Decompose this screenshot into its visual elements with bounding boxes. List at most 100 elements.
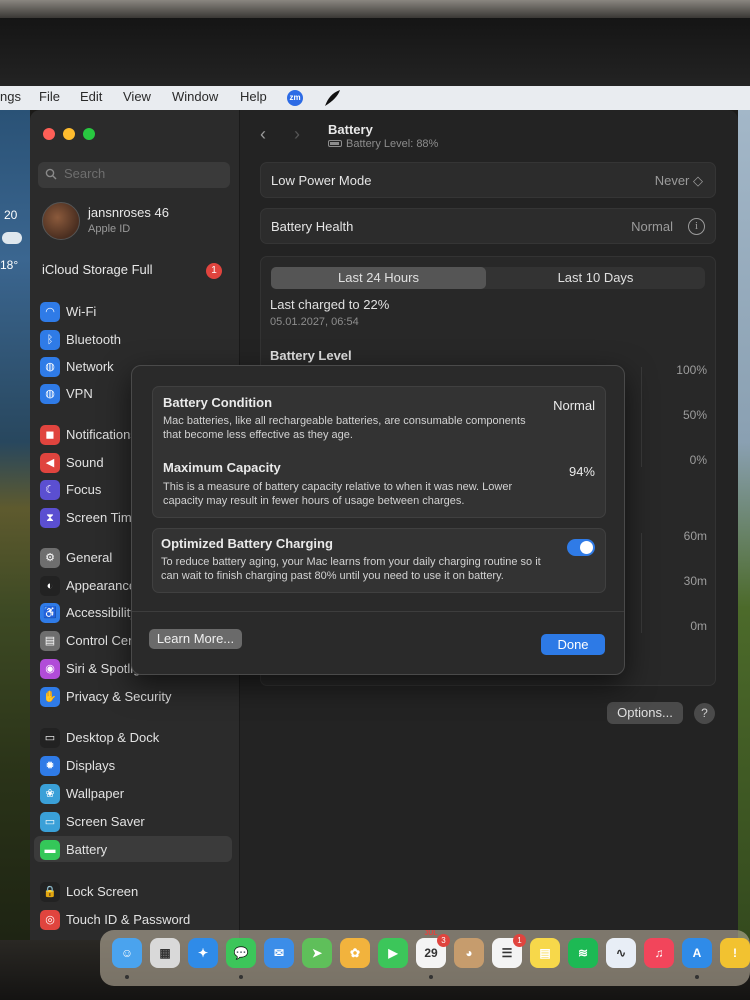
sidebar-item-label: Displays xyxy=(66,758,116,773)
maximum-capacity-title: Maximum Capacity xyxy=(163,460,281,475)
running-indicator xyxy=(429,975,433,979)
cloud-icon xyxy=(2,232,22,244)
spotify-glyph: ≋ xyxy=(577,946,589,960)
app-store-icon[interactable]: A xyxy=(682,938,712,968)
done-button[interactable]: Done xyxy=(541,634,605,655)
battery-condition-desc: Mac batteries, like all rechargeable bat… xyxy=(163,415,526,441)
displays-icon: ✹ xyxy=(40,756,60,776)
menu-window[interactable]: Window xyxy=(172,89,218,104)
photos-icon[interactable]: ✿ xyxy=(340,938,370,968)
back-chevron-icon[interactable]: ‹ xyxy=(260,124,276,144)
low-power-mode-row: Low Power Mode Never ◇ xyxy=(260,162,716,198)
zoom-icon[interactable]: zm xyxy=(287,90,303,106)
sidebar-item-label: Screen Saver xyxy=(66,814,145,829)
optimized-charging-card: Optimized Battery Charging To reduce bat… xyxy=(152,528,606,593)
low-power-mode-label: Low Power Mode xyxy=(271,173,372,188)
reminders-icon[interactable]: ☰ 1 xyxy=(492,934,526,968)
menu-app-name[interactable]: ngs xyxy=(0,89,21,104)
search-input[interactable] xyxy=(64,166,224,181)
optimized-charging-toggle[interactable] xyxy=(567,539,595,556)
sidebar-item-label: Wallpaper xyxy=(66,786,125,801)
maps-icon[interactable]: ➤ xyxy=(302,938,332,968)
icloud-storage-full[interactable]: iCloud Storage Full xyxy=(42,262,153,277)
mail-icon[interactable]: ✉ xyxy=(264,938,294,968)
usage-chart-axis xyxy=(641,533,642,633)
menu-view[interactable]: View xyxy=(123,89,151,104)
finder-icon[interactable]: ☺ xyxy=(112,938,142,968)
optimized-charging-desc: To reduce battery aging, your Mac learns… xyxy=(161,556,541,582)
learn-more-button[interactable]: Learn More... xyxy=(149,629,242,649)
menu-file[interactable]: File xyxy=(39,89,60,104)
finder-glyph: ☺ xyxy=(120,946,134,960)
focus-icon: ☾ xyxy=(40,480,60,500)
running-indicator xyxy=(125,975,129,979)
close-window-button[interactable] xyxy=(43,128,55,140)
options-button[interactable]: Options... xyxy=(607,702,683,724)
profile-name: jansnroses 46 xyxy=(88,205,169,220)
sidebar-item-label: Lock Screen xyxy=(66,884,139,899)
battery-condition-title: Battery Condition xyxy=(163,395,273,410)
search-field[interactable] xyxy=(38,162,230,188)
sidebar-item-displays[interactable]: ✹ Displays xyxy=(34,752,232,778)
screen-time-icon: ⧗ xyxy=(40,508,60,528)
sidebar-item-touch-id-password[interactable]: ◎ Touch ID & Password xyxy=(34,906,232,932)
sidebar-item-screen-saver[interactable]: ▭ Screen Saver xyxy=(34,808,232,834)
messages-icon[interactable]: 💬 xyxy=(226,938,256,968)
freeform-icon[interactable]: ∿ xyxy=(606,938,636,968)
help-button[interactable]: ? xyxy=(694,703,715,724)
launchpad-icon[interactable]: ▦ xyxy=(150,938,180,968)
sidebar-item-label: General xyxy=(66,550,113,565)
app-badge: 1 xyxy=(513,934,526,947)
safari-icon[interactable]: ✦ xyxy=(188,938,218,968)
menu-bar: ngs File Edit View Window Help zm xyxy=(0,86,750,110)
photos-glyph: ✿ xyxy=(349,946,361,960)
calendar-icon[interactable]: 29 JUL 3 xyxy=(416,930,450,968)
zoom-window-button[interactable] xyxy=(83,128,95,140)
tab-last-10-days[interactable]: Last 10 Days xyxy=(488,267,703,289)
contacts-icon[interactable]: ◕ xyxy=(454,938,484,968)
menu-help[interactable]: Help xyxy=(240,89,267,104)
notes-icon[interactable]: ▤ xyxy=(530,938,560,968)
sidebar-item-privacy-security[interactable]: ✋ Privacy & Security xyxy=(34,683,232,709)
profile-subtitle: Apple ID xyxy=(88,223,131,235)
battery-status-icon xyxy=(328,140,342,147)
control-centre-icon: ▤ xyxy=(40,631,60,651)
optimized-charging-title: Optimized Battery Charging xyxy=(161,536,333,551)
last-charged-text: Last charged to 22% xyxy=(270,297,390,312)
sidebar-item-wi-fi[interactable]: ◠ Wi-Fi xyxy=(34,298,232,324)
tab-last-24-hours[interactable]: Last 24 Hours xyxy=(271,267,486,289)
facetime-glyph: ▶ xyxy=(388,946,398,960)
sidebar-item-desktop-dock[interactable]: ▭ Desktop & Dock xyxy=(34,724,232,750)
spotify-icon[interactable]: ≋ xyxy=(568,938,598,968)
sidebar-item-bluetooth[interactable]: ᛒ Bluetooth xyxy=(34,326,232,352)
accessibility-icon: ♿ xyxy=(40,603,60,623)
dock: ☺ ▦ ✦ 💬 ✉ ➤ ✿ ▶ 29 JUL 3 ◕ ☰ 1 ▤ ≋ ∿ ♫ A! xyxy=(100,930,750,986)
sidebar-item-battery[interactable]: ▬ Battery xyxy=(34,836,232,862)
sidebar-item-lock-screen[interactable]: 🔒 Lock Screen xyxy=(34,878,232,904)
network-icon: ◍ xyxy=(40,357,60,377)
device-bezel xyxy=(0,18,750,86)
feather-icon[interactable] xyxy=(322,88,342,108)
sidebar-item-label: Focus xyxy=(66,482,102,497)
apple-id-profile[interactable]: jansnroses 46 Apple ID xyxy=(42,202,232,242)
sidebar-item-label: VPN xyxy=(66,386,93,401)
desktop-wallpaper-right xyxy=(738,110,750,940)
forward-chevron-icon[interactable]: › xyxy=(294,124,310,144)
sidebar-item-label: Privacy & Security xyxy=(66,689,172,704)
minimize-window-button[interactable] xyxy=(63,128,75,140)
level-tick-50: 50% xyxy=(682,408,707,422)
feedback-icon[interactable]: ! xyxy=(720,938,750,968)
lock-icon: 🔒 xyxy=(40,882,60,902)
facetime-icon[interactable]: ▶ xyxy=(378,938,408,968)
level-tick-0: 0% xyxy=(689,453,707,467)
menu-edit[interactable]: Edit xyxy=(80,89,102,104)
music-icon[interactable]: ♫ xyxy=(644,938,674,968)
battery-condition-value: Normal xyxy=(553,398,595,413)
sidebar-item-wallpaper[interactable]: ❀ Wallpaper xyxy=(34,780,232,806)
messages-glyph: 💬 xyxy=(233,946,249,960)
low-power-mode-select[interactable]: Never ◇ xyxy=(655,173,703,189)
battery-health-value: Normal xyxy=(631,219,673,234)
desktop-dock-icon: ▭ xyxy=(40,728,60,748)
info-icon[interactable]: i xyxy=(688,218,705,235)
sound-icon: ◀ xyxy=(40,453,60,473)
